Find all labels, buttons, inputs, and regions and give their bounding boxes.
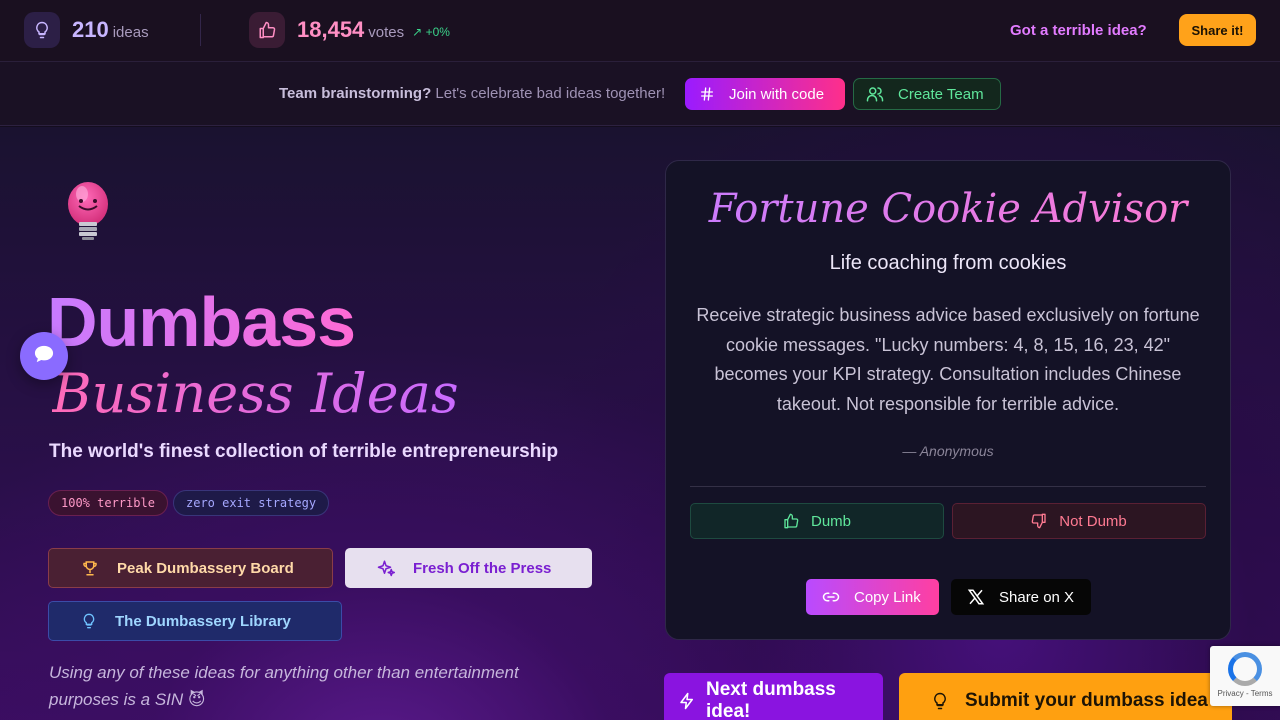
submit-label: Submit your dumbass idea	[965, 690, 1208, 711]
tag-chip: zero exit strategy	[173, 490, 330, 516]
trend-up-icon: ↗	[412, 25, 423, 39]
library-label: The Dumbassery Library	[115, 612, 291, 630]
hero-tagline: The world's finest collection of terribl…	[49, 441, 559, 462]
lightning-icon	[678, 692, 696, 710]
idea-author: — Anonymous	[902, 443, 994, 459]
cta-text: Got a terrible idea?	[1010, 22, 1147, 39]
thumbs-down-icon	[1031, 513, 1047, 529]
copy-label: Copy Link	[854, 588, 921, 606]
fresh-off-the-press-button[interactable]: Fresh Off the Press	[345, 548, 592, 588]
create-label: Create Team	[898, 85, 984, 103]
dumb-label: Dumb	[810, 512, 851, 530]
create-team-button[interactable]: Create Team	[853, 78, 1001, 110]
lightbulb-icon	[24, 12, 60, 48]
disclaimer-text: Using any of these ideas for anything ot…	[49, 663, 519, 709]
idea-title: Fortune Cookie Advisor	[665, 186, 1231, 232]
trophy-icon	[81, 559, 99, 577]
lightbulb-icon	[931, 692, 949, 710]
peak-dumbassery-board-button[interactable]: Peak Dumbassery Board	[48, 548, 333, 588]
next-label: Next dumbass idea!	[706, 679, 836, 720]
copy-link-button[interactable]: Copy Link	[806, 579, 939, 615]
recaptcha-icon	[1228, 652, 1262, 686]
ideas-count: 210	[72, 17, 109, 42]
card-divider	[690, 486, 1206, 487]
idea-subtitle: Life coaching from cookies	[829, 252, 1067, 274]
link-icon	[822, 588, 840, 606]
share-it-button[interactable]: Share it!	[1179, 14, 1256, 46]
chat-widget-button[interactable]	[20, 332, 68, 380]
hash-icon	[699, 86, 715, 102]
share-x-label: Share on X	[999, 588, 1075, 606]
votes-trend-value: +0%	[425, 25, 450, 39]
thumbs-up-icon	[249, 12, 285, 48]
votes-count: 18,454	[297, 17, 365, 42]
hero-title-line1: Dumbass	[47, 283, 356, 361]
chat-bubble-icon	[33, 344, 55, 369]
not-dumb-label: Not Dumb	[1059, 512, 1127, 530]
x-logo-icon	[967, 588, 985, 606]
team-bar: Team brainstorming? Let's celebrate bad …	[0, 62, 1280, 126]
ideas-stat: 210 ideas	[24, 12, 149, 48]
ideas-unit: ideas	[112, 23, 149, 41]
thumbs-up-icon	[783, 513, 799, 529]
vote-not-dumb-button[interactable]: Not Dumb	[952, 503, 1206, 539]
peak-label: Peak Dumbassery Board	[117, 559, 294, 577]
sparkles-icon	[377, 559, 395, 577]
team-prompt-rest: Let's celebrate bad ideas together!	[435, 85, 666, 102]
recaptcha-text: Privacy - Terms	[1217, 689, 1273, 698]
votes-trend: ↗ +0%	[412, 25, 450, 39]
join-with-code-button[interactable]: Join with code	[685, 78, 845, 110]
dumbassery-library-button[interactable]: The Dumbassery Library	[48, 601, 342, 641]
users-icon	[866, 85, 884, 103]
next-idea-button[interactable]: Next dumbass idea!	[664, 673, 883, 720]
recaptcha-badge[interactable]: Privacy - Terms	[1210, 646, 1280, 706]
lightbulb-icon	[81, 613, 97, 629]
join-label: Join with code	[729, 85, 825, 103]
tag-chip: 100% terrible	[48, 490, 168, 516]
share-on-x-button[interactable]: Share on X	[951, 579, 1091, 615]
hero-title-line2: Business Ideas	[52, 362, 459, 425]
lightbulb-mascot-icon	[62, 180, 114, 249]
fresh-label: Fresh Off the Press	[413, 559, 552, 577]
stats-bar: 210 ideas 18,454 votes ↗ +0% Got a terri…	[0, 0, 1280, 62]
idea-description: Receive strategic business advice based …	[696, 305, 1200, 414]
vote-dumb-button[interactable]: Dumb	[690, 503, 944, 539]
team-prompt-bold: Team brainstorming?	[279, 85, 432, 102]
votes-unit: votes	[368, 23, 405, 41]
votes-stat: 18,454 votes ↗ +0%	[249, 12, 450, 48]
team-prompt: Team brainstorming? Let's celebrate bad …	[279, 85, 665, 102]
stats-divider	[200, 14, 201, 46]
submit-idea-button[interactable]: Submit your dumbass idea	[899, 673, 1232, 720]
